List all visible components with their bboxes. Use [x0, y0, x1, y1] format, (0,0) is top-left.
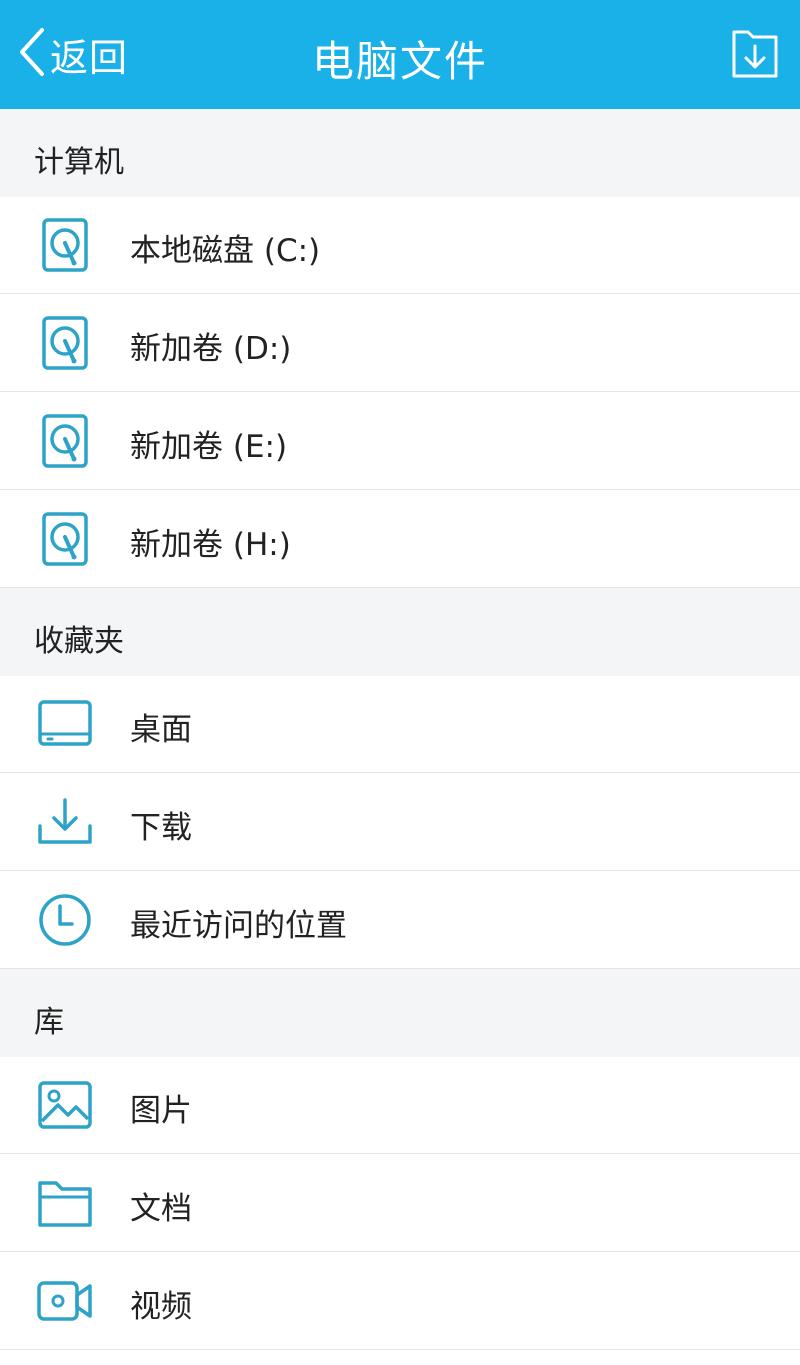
list-item-label: 新加卷 (D:) — [130, 331, 292, 367]
list-item-label: 视频 — [130, 1289, 192, 1325]
video-camera-icon — [36, 1273, 94, 1329]
list-item-drive-c[interactable]: 本地磁盘 (C:) — [0, 197, 800, 294]
list-item-label: 本地磁盘 (C:) — [130, 233, 321, 269]
list-item-drive-d[interactable]: 新加卷 (D:) — [0, 295, 800, 392]
list-item-downloads[interactable]: 下载 — [0, 774, 800, 871]
clock-icon — [36, 892, 94, 948]
list-item-label: 图片 — [130, 1093, 192, 1129]
list-item-label: 桌面 — [130, 712, 192, 748]
download-button[interactable] — [726, 26, 784, 82]
list-item-videos[interactable]: 视频 — [0, 1253, 800, 1350]
chevron-left-icon — [14, 24, 48, 84]
hard-drive-icon — [36, 217, 94, 273]
picture-icon — [36, 1077, 94, 1133]
back-label: 返回 — [50, 35, 129, 80]
section-label: 库 — [34, 1005, 64, 1040]
list-item-label: 文档 — [130, 1191, 192, 1227]
back-button[interactable]: 返回 — [14, 22, 128, 86]
list-item-label: 新加卷 (H:) — [130, 527, 291, 563]
section-header-library: 库 — [0, 969, 800, 1057]
hard-drive-icon — [36, 315, 94, 371]
hard-drive-icon — [36, 511, 94, 567]
list-item-label: 最近访问的位置 — [130, 908, 347, 944]
list-item-drive-e[interactable]: 新加卷 (E:) — [0, 393, 800, 490]
list-item-drive-h[interactable]: 新加卷 (H:) — [0, 491, 800, 588]
download-icon — [36, 794, 94, 850]
list-item-pictures[interactable]: 图片 — [0, 1057, 800, 1154]
list-item-label: 新加卷 (E:) — [130, 429, 288, 465]
section-header-favorites: 收藏夹 — [0, 588, 800, 676]
section-label: 收藏夹 — [34, 624, 124, 659]
section-header-computer: 计算机 — [0, 109, 800, 197]
hard-drive-icon — [36, 413, 94, 469]
desktop-icon — [36, 696, 94, 752]
list-item-documents[interactable]: 文档 — [0, 1155, 800, 1252]
top-bar: 返回 电脑文件 — [0, 0, 800, 109]
list-item-label: 下载 — [130, 810, 192, 846]
folder-icon — [36, 1175, 94, 1231]
section-label: 计算机 — [34, 145, 124, 180]
list-item-desktop[interactable]: 桌面 — [0, 676, 800, 773]
list-item-recent-places[interactable]: 最近访问的位置 — [0, 872, 800, 969]
download-box-icon — [726, 30, 784, 86]
